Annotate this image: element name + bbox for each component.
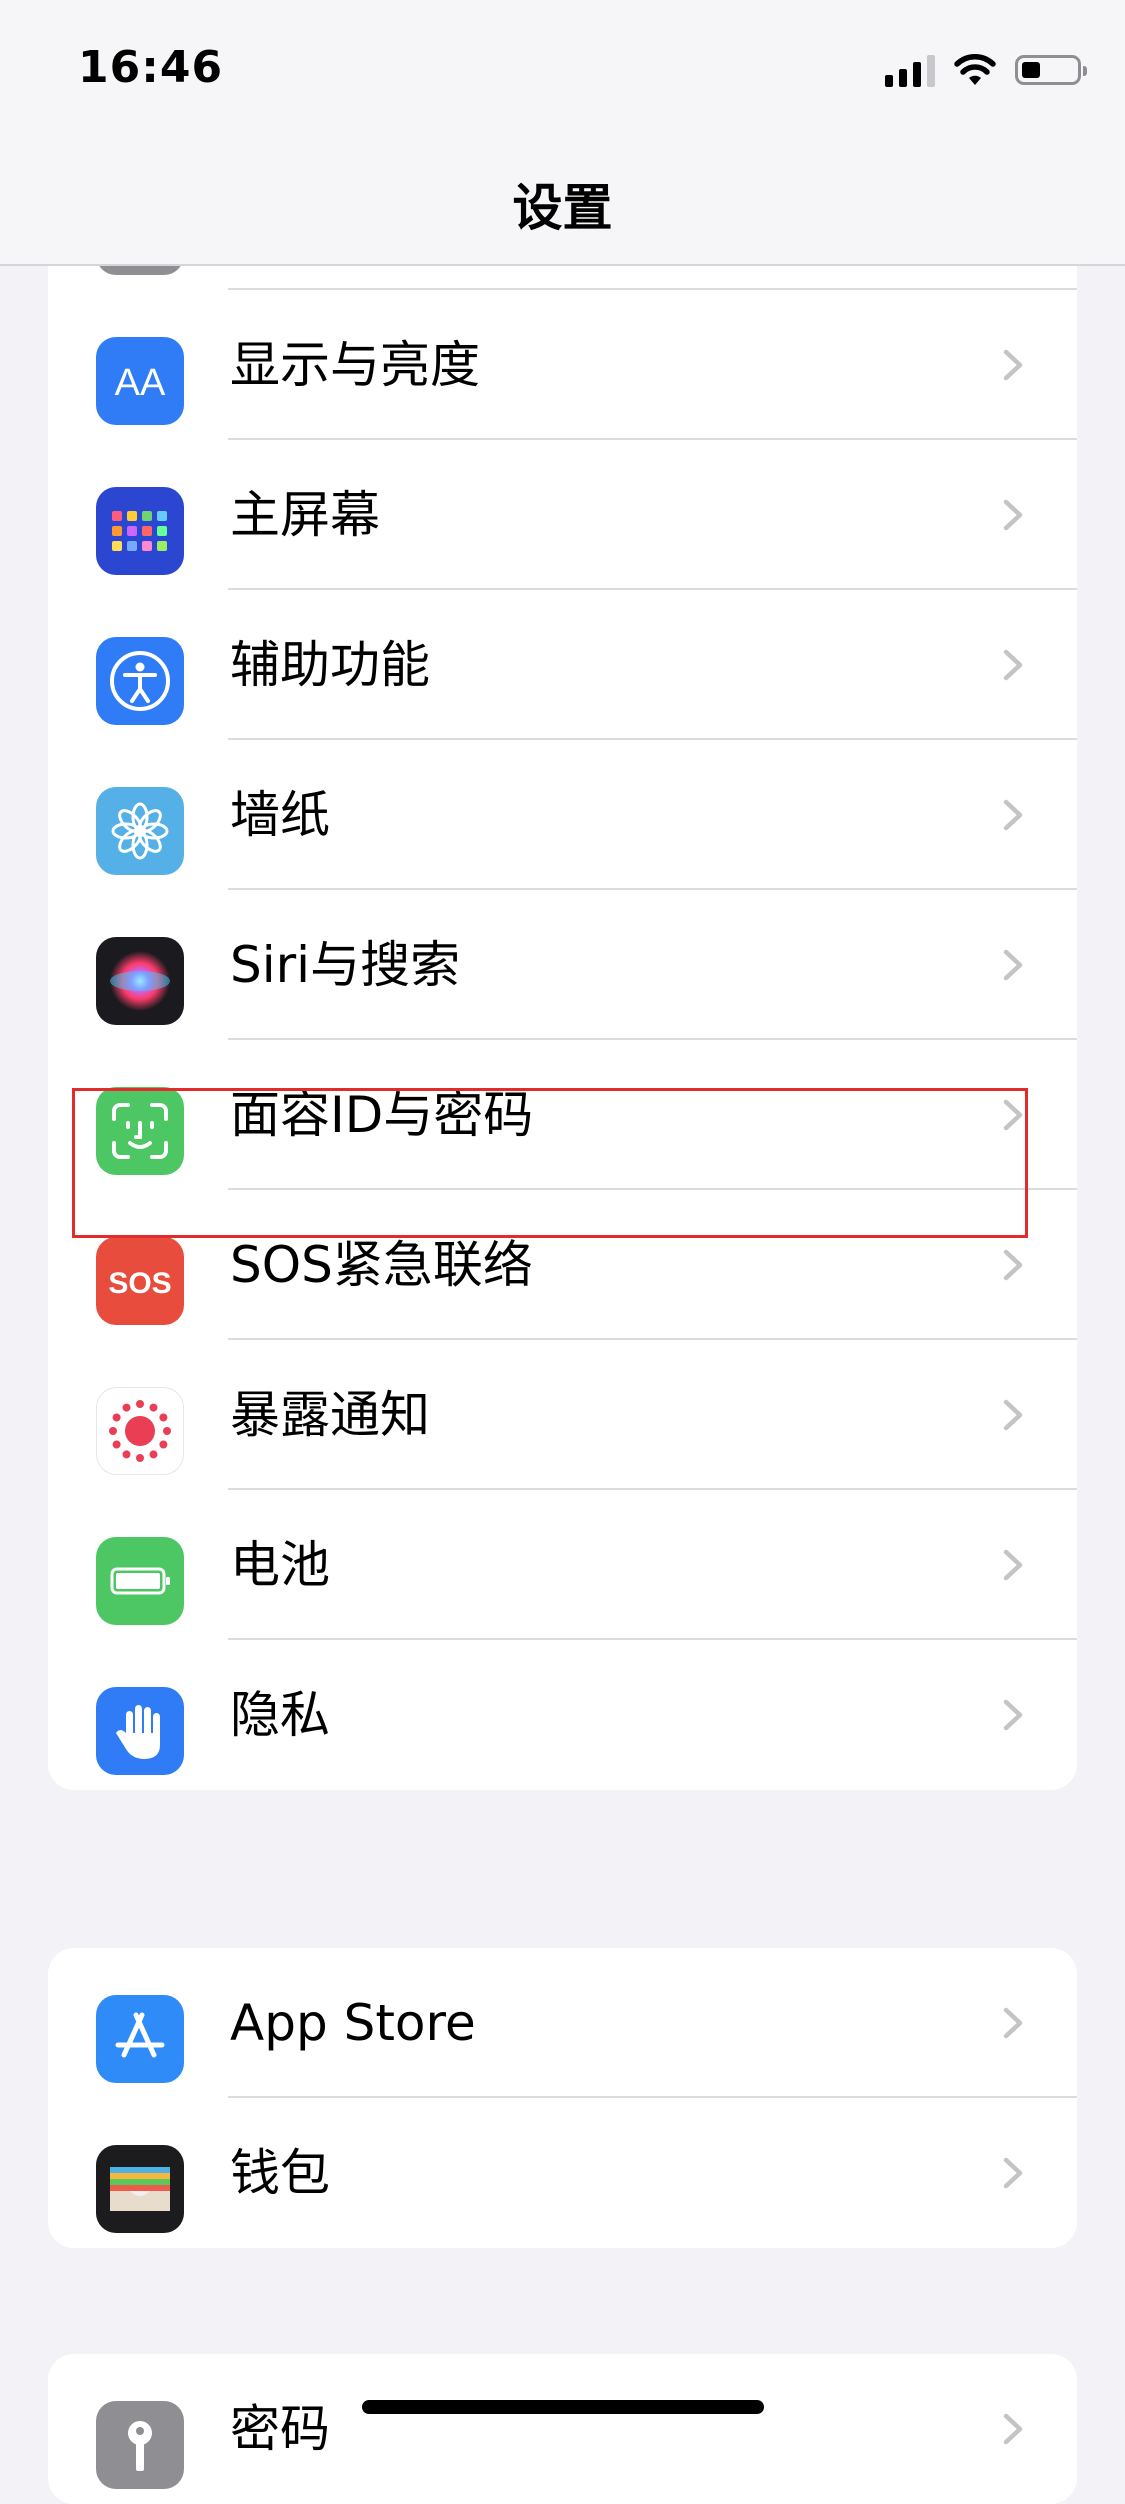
chevron-right-icon	[1003, 2157, 1023, 2189]
chevron-right-icon	[1003, 1699, 1023, 1731]
chevron-right-icon	[1003, 649, 1023, 681]
home-indicator[interactable]	[362, 2400, 764, 2414]
row-label: 墙纸	[230, 786, 330, 844]
chevron-right-icon	[1003, 949, 1023, 981]
chevron-right-icon	[1003, 1399, 1023, 1431]
page-title: 设置	[512, 179, 613, 237]
row-label: 电池	[230, 1536, 330, 1594]
text-size-icon: AA	[96, 337, 184, 425]
sos-icon: SOS	[96, 1237, 184, 1325]
wallet-icon	[96, 2145, 184, 2233]
chevron-right-icon	[1003, 799, 1023, 831]
settings-row-wallet[interactable]: 钱包	[48, 2098, 1077, 2248]
row-label: 暴露通知	[230, 1386, 430, 1444]
status-time: 16:46	[78, 42, 224, 93]
row-label: 钱包	[230, 2144, 330, 2202]
settings-row-battery[interactable]: 电池	[48, 1490, 1077, 1640]
settings-row-siri[interactable]: Siri与搜索	[48, 890, 1077, 1040]
svg-text:AA: AA	[115, 362, 166, 404]
chevron-right-icon	[1003, 349, 1023, 381]
row-label: 辅助功能	[230, 636, 430, 694]
cellular-signal-icon	[885, 53, 935, 87]
chevron-right-icon	[1003, 499, 1023, 531]
accessibility-icon	[96, 637, 184, 725]
settings-row-hand[interactable]: 隐私	[48, 1640, 1077, 1790]
settings-group-2: App Store 钱包	[48, 1948, 1077, 2248]
status-indicators	[885, 48, 1087, 92]
row-label: 密码	[230, 2400, 330, 2458]
exposure-icon	[96, 1387, 184, 1475]
row-label: App Store	[230, 1994, 476, 2052]
settings-row-exposure[interactable]: 暴露通知	[48, 1340, 1077, 1490]
settings-row-accessibility[interactable]: 辅助功能	[48, 590, 1077, 740]
row-label: 显示与亮度	[230, 336, 480, 394]
app-grid-icon	[96, 487, 184, 575]
chevron-right-icon	[1003, 2413, 1023, 2445]
settings-row-flower[interactable]: 墙纸	[48, 740, 1077, 890]
battery-icon	[96, 1537, 184, 1625]
settings-row-app-grid[interactable]: 主屏幕	[48, 440, 1077, 590]
chevron-right-icon	[1003, 2007, 1023, 2039]
row-label: 主屏幕	[230, 486, 380, 544]
settings-row-app-store[interactable]: App Store	[48, 1948, 1077, 2098]
wifi-icon	[954, 54, 996, 85]
highlight-annotation-box	[72, 1088, 1028, 1238]
settings-group-1: 控制中心AA显示与亮度主屏幕辅助功能墙纸Siri与搜索面容ID与密码SOSSOS…	[48, 190, 1077, 1790]
flower-icon	[96, 787, 184, 875]
battery-status-icon	[1015, 55, 1087, 85]
settings-group-3: 密码	[48, 2354, 1077, 2504]
app-store-icon	[96, 1995, 184, 2083]
siri-icon	[96, 937, 184, 1025]
settings-row-key[interactable]: 密码	[48, 2354, 1077, 2504]
settings-row-text-size[interactable]: AA 显示与亮度	[48, 290, 1077, 440]
chevron-right-icon	[1003, 1549, 1023, 1581]
row-label: Siri与搜索	[230, 936, 461, 994]
navigation-header: 16:46 设置	[0, 0, 1125, 266]
chevron-right-icon	[1003, 1249, 1023, 1281]
row-label: 隐私	[230, 1686, 330, 1744]
hand-icon	[96, 1687, 184, 1775]
key-icon	[96, 2401, 184, 2489]
svg-text:SOS: SOS	[108, 1267, 171, 1300]
